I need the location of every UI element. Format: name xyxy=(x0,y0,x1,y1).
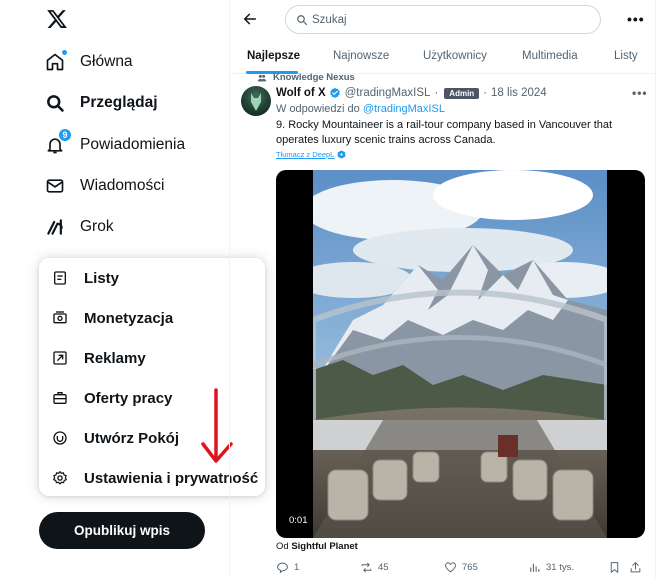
deepl-icon xyxy=(338,150,346,159)
tab-top[interactable]: Najlepsze xyxy=(247,50,300,62)
like-count: 765 xyxy=(462,562,478,573)
video-timestamp: 0:01 xyxy=(284,513,313,528)
repost-icon xyxy=(361,562,372,573)
tab-lists[interactable]: Listy xyxy=(614,50,638,62)
tweet-header: Wolf of X @tradingMaxISL · Admin · 18 li… xyxy=(276,87,547,99)
video-source[interactable]: Od Sightful Planet xyxy=(276,541,358,552)
author-name[interactable]: Wolf of X xyxy=(276,87,326,99)
reply-button[interactable]: 1 xyxy=(276,561,299,574)
separator-dot: · xyxy=(483,87,488,99)
tweet-video[interactable]: 0:01 xyxy=(276,170,645,538)
reply-icon xyxy=(277,562,288,574)
tab-media[interactable]: Multimedia xyxy=(522,50,578,62)
like-button[interactable]: 765 xyxy=(444,561,478,574)
repost-button[interactable]: 45 xyxy=(360,561,389,574)
menu-item-label: Listy xyxy=(84,269,120,287)
sidebar: Główna Przeglądaj 9 Powiadomienia Wiadom… xyxy=(0,0,265,578)
separator-dot: · xyxy=(434,87,439,99)
share-button[interactable] xyxy=(629,561,647,574)
search-input[interactable] xyxy=(312,13,582,26)
nav-label: Wiadomości xyxy=(80,177,165,194)
translate-label: Tłumacz z DeepL xyxy=(276,150,335,159)
admin-badge: Admin xyxy=(444,87,480,99)
spaces-icon xyxy=(51,429,69,447)
reply-count: 1 xyxy=(294,562,300,573)
tab-latest[interactable]: Najnowsze xyxy=(333,50,389,62)
nav-notifications[interactable]: 9 Powiadomienia xyxy=(44,128,186,159)
reply-to-link[interactable]: @tradingMaxISL xyxy=(363,103,445,115)
gear-icon xyxy=(51,469,69,487)
top-bar: ••• xyxy=(230,0,657,38)
search-box[interactable] xyxy=(285,5,601,34)
avatar[interactable] xyxy=(241,86,271,116)
list-icon xyxy=(51,269,69,287)
nav-explore[interactable]: Przeglądaj xyxy=(44,89,158,117)
repost-count: 45 xyxy=(378,562,389,573)
verified-badge-icon xyxy=(329,87,340,98)
nav-label: Przeglądaj xyxy=(80,94,158,111)
bookmark-icon xyxy=(610,562,619,573)
scrollbar[interactable] xyxy=(656,0,670,578)
search-icon xyxy=(297,14,308,25)
nav-messages[interactable]: Wiadomości xyxy=(44,172,164,200)
reply-context: W odpowiedzi do @tradingMaxISL xyxy=(276,103,445,115)
ads-icon xyxy=(51,349,69,367)
share-icon xyxy=(630,562,641,573)
video-frame-mountain-train xyxy=(313,170,607,538)
reply-prefix: W odpowiedzi do xyxy=(276,103,360,115)
main-column: ••• Najlepsze Najnowsze Użytkownicy Mult… xyxy=(229,0,657,578)
views-button[interactable]: 31 tys. xyxy=(528,561,574,574)
notification-dot xyxy=(61,49,68,56)
views-count: 31 tys. xyxy=(546,562,574,573)
x-logo-icon[interactable] xyxy=(46,8,68,30)
menu-item-label: Oferty pracy xyxy=(84,389,173,407)
mail-icon xyxy=(44,175,66,197)
source-prefix: Od xyxy=(276,541,289,552)
nav-label: Powiadomienia xyxy=(80,136,186,153)
views-icon xyxy=(530,563,540,572)
bell-icon: 9 xyxy=(44,128,72,156)
translate-link[interactable]: Tłumacz z DeepL xyxy=(276,150,346,159)
tweet-date[interactable]: 18 lis 2024 xyxy=(491,87,547,99)
nav-label: Grok xyxy=(80,218,114,235)
menu-item-label: Utwórz Pokój xyxy=(84,429,180,447)
community-icon xyxy=(257,74,267,81)
home-icon xyxy=(44,49,68,73)
wolf-logo-icon xyxy=(251,93,261,111)
nav-home[interactable]: Główna xyxy=(44,48,133,76)
source-name: Sightful Planet xyxy=(291,541,358,552)
author-handle[interactable]: @tradingMaxISL xyxy=(345,87,431,99)
notification-badge: 9 xyxy=(58,128,72,142)
search-icon xyxy=(44,92,66,114)
nav-label: Główna xyxy=(80,53,133,70)
bookmark-button[interactable] xyxy=(608,561,626,574)
menu-item-label: Monetyzacja xyxy=(84,309,174,327)
more-options-icon[interactable]: ••• xyxy=(627,11,645,27)
briefcase-icon xyxy=(51,389,69,407)
heart-icon xyxy=(445,562,456,573)
post-button[interactable]: Opublikuj wpis xyxy=(39,512,205,549)
tab-bar: Najlepsze Najnowsze Użytkownicy Multimed… xyxy=(230,38,657,74)
tab-people[interactable]: Użytkownicy xyxy=(423,50,487,62)
money-icon xyxy=(51,309,69,327)
context-label: Knowledge Nexus xyxy=(273,72,355,83)
menu-item-label: Reklamy xyxy=(84,349,146,367)
tweet-more-icon[interactable]: ••• xyxy=(632,86,648,100)
grok-icon xyxy=(44,216,66,238)
nav-grok[interactable]: Grok xyxy=(44,213,114,241)
tweet-text: 9. Rocky Mountaineer is a rail-tour comp… xyxy=(276,119,613,146)
tweet-context[interactable]: Knowledge Nexus xyxy=(257,72,355,83)
back-arrow-icon[interactable] xyxy=(242,11,258,27)
tweet-actions: 1 45 765 31 tys. xyxy=(274,561,644,577)
